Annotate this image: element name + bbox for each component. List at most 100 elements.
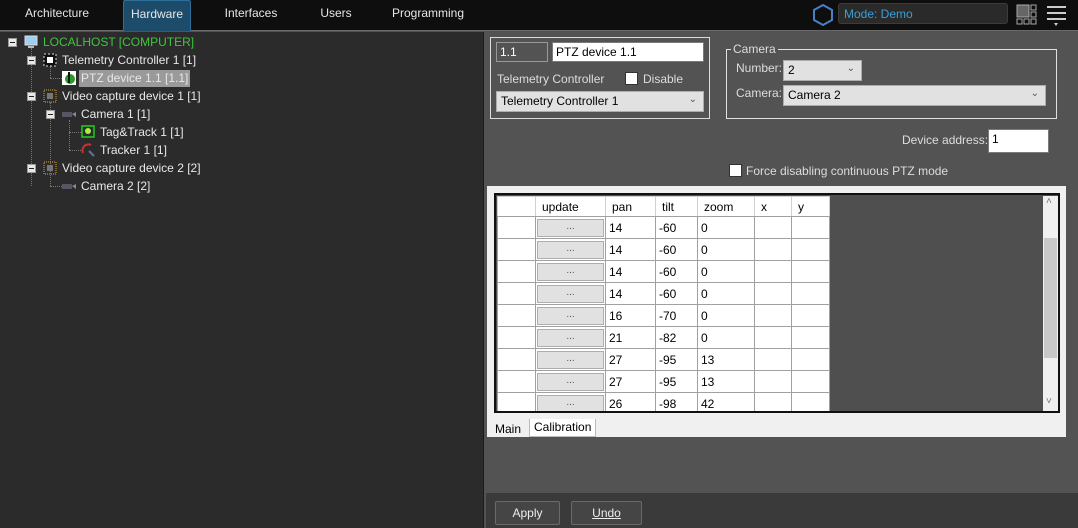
- disable-checkbox[interactable]: [625, 72, 638, 85]
- layout-grid-icon[interactable]: [1016, 4, 1038, 26]
- tree-node-camera-1[interactable]: Camera 1 [1]: [81, 106, 150, 123]
- undo-button[interactable]: Undo: [571, 501, 642, 525]
- update-button[interactable]: ...: [537, 394, 604, 411]
- scroll-thumb[interactable]: [1044, 238, 1057, 358]
- menu-icon[interactable]: [1046, 5, 1068, 27]
- update-button[interactable]: ...: [537, 328, 604, 347]
- pan-cell[interactable]: 27: [605, 348, 656, 371]
- tree-node-tag-track[interactable]: Tag&Track 1 [1]: [100, 124, 184, 141]
- x-cell[interactable]: [754, 326, 792, 349]
- tree-node-camera-2[interactable]: Camera 2 [2]: [81, 178, 150, 195]
- device-address-field[interactable]: 1: [988, 129, 1049, 153]
- update-button[interactable]: ...: [537, 218, 604, 237]
- collapse-toggle[interactable]: [46, 110, 55, 119]
- zoom-cell[interactable]: 0: [697, 304, 755, 327]
- y-cell[interactable]: [791, 216, 830, 239]
- y-cell[interactable]: [791, 260, 830, 283]
- x-cell[interactable]: [754, 238, 792, 261]
- y-cell[interactable]: [791, 238, 830, 261]
- tree-node-tracker[interactable]: Tracker 1 [1]: [100, 142, 167, 159]
- zoom-cell[interactable]: 0: [697, 260, 755, 283]
- tab-programming[interactable]: Programming: [390, 0, 466, 31]
- row-header[interactable]: [497, 238, 536, 261]
- update-button[interactable]: ...: [537, 262, 604, 281]
- zoom-cell[interactable]: 0: [697, 238, 755, 261]
- device-name-field[interactable]: PTZ device 1.1: [552, 42, 704, 62]
- tab-users[interactable]: Users: [310, 0, 362, 31]
- grid-scrollbar[interactable]: ˄ ˅: [1043, 196, 1058, 411]
- tilt-cell[interactable]: -60: [655, 216, 698, 239]
- column-header[interactable]: [497, 196, 536, 217]
- force-disable-ptz-checkbox[interactable]: [729, 164, 742, 177]
- telemetry-controller-select[interactable]: Telemetry Controller 1 ⌄: [496, 91, 704, 112]
- tab-interfaces[interactable]: Interfaces: [215, 0, 287, 31]
- tab-architecture[interactable]: Architecture: [14, 0, 100, 31]
- pan-cell[interactable]: 14: [605, 260, 656, 283]
- tree-node-ptz-device[interactable]: PTZ device 1.1 [1.1]: [79, 70, 191, 87]
- tilt-cell[interactable]: -95: [655, 370, 698, 393]
- y-cell[interactable]: [791, 348, 830, 371]
- column-header[interactable]: tilt: [655, 196, 698, 217]
- zoom-cell[interactable]: 0: [697, 326, 755, 349]
- update-button[interactable]: ...: [537, 350, 604, 369]
- collapse-toggle[interactable]: [27, 92, 36, 101]
- scroll-down-icon[interactable]: ˅: [1046, 396, 1052, 407]
- row-header[interactable]: [497, 392, 536, 411]
- pan-cell[interactable]: 21: [605, 326, 656, 349]
- pan-cell[interactable]: 14: [605, 216, 656, 239]
- tree-node-telemetry-controller[interactable]: Telemetry Controller 1 [1]: [62, 52, 196, 69]
- column-header[interactable]: pan: [605, 196, 656, 217]
- row-header[interactable]: [497, 348, 536, 371]
- device-id-field[interactable]: 1.1: [496, 42, 548, 62]
- x-cell[interactable]: [754, 304, 792, 327]
- row-header[interactable]: [497, 304, 536, 327]
- y-cell[interactable]: [791, 282, 830, 305]
- y-cell[interactable]: [791, 304, 830, 327]
- camera-select[interactable]: Camera 2 ⌄: [783, 85, 1046, 106]
- tree-node-localhost[interactable]: LOCALHOST [COMPUTER]: [43, 34, 194, 51]
- row-header[interactable]: [497, 326, 536, 349]
- x-cell[interactable]: [754, 392, 792, 411]
- y-cell[interactable]: [791, 370, 830, 393]
- camera-number-select[interactable]: 2 ⌄: [783, 60, 862, 81]
- update-button[interactable]: ...: [537, 284, 604, 303]
- tilt-cell[interactable]: -98: [655, 392, 698, 411]
- row-header[interactable]: [497, 282, 536, 305]
- tilt-cell[interactable]: -60: [655, 238, 698, 261]
- tilt-cell[interactable]: -60: [655, 260, 698, 283]
- zoom-cell[interactable]: 13: [697, 348, 755, 371]
- x-cell[interactable]: [754, 260, 792, 283]
- zoom-cell[interactable]: 42: [697, 392, 755, 411]
- tree-node-video-capture-2[interactable]: Video capture device 2 [2]: [62, 160, 201, 177]
- column-header[interactable]: x: [754, 196, 792, 217]
- x-cell[interactable]: [754, 348, 792, 371]
- update-button[interactable]: ...: [537, 240, 604, 259]
- tilt-cell[interactable]: -82: [655, 326, 698, 349]
- tilt-cell[interactable]: -95: [655, 348, 698, 371]
- row-header[interactable]: [497, 216, 536, 239]
- tab-hardware[interactable]: Hardware: [123, 0, 191, 31]
- x-cell[interactable]: [754, 282, 792, 305]
- update-button[interactable]: ...: [537, 372, 604, 391]
- zoom-cell[interactable]: 0: [697, 216, 755, 239]
- update-button[interactable]: ...: [537, 306, 604, 325]
- pan-cell[interactable]: 14: [605, 238, 656, 261]
- row-header[interactable]: [497, 260, 536, 283]
- collapse-toggle[interactable]: [27, 164, 36, 173]
- tab-main[interactable]: Main: [491, 421, 526, 439]
- x-cell[interactable]: [754, 216, 792, 239]
- scroll-up-icon[interactable]: ˄: [1046, 196, 1052, 207]
- column-header[interactable]: zoom: [697, 196, 755, 217]
- zoom-cell[interactable]: 13: [697, 370, 755, 393]
- pan-cell[interactable]: 27: [605, 370, 656, 393]
- collapse-toggle[interactable]: [27, 56, 36, 65]
- tilt-cell[interactable]: -70: [655, 304, 698, 327]
- pan-cell[interactable]: 16: [605, 304, 656, 327]
- mode-indicator[interactable]: Mode: Demo: [838, 3, 1008, 24]
- column-header[interactable]: update: [535, 196, 606, 217]
- x-cell[interactable]: [754, 370, 792, 393]
- row-header[interactable]: [497, 370, 536, 393]
- tilt-cell[interactable]: -60: [655, 282, 698, 305]
- y-cell[interactable]: [791, 392, 830, 411]
- pan-cell[interactable]: 14: [605, 282, 656, 305]
